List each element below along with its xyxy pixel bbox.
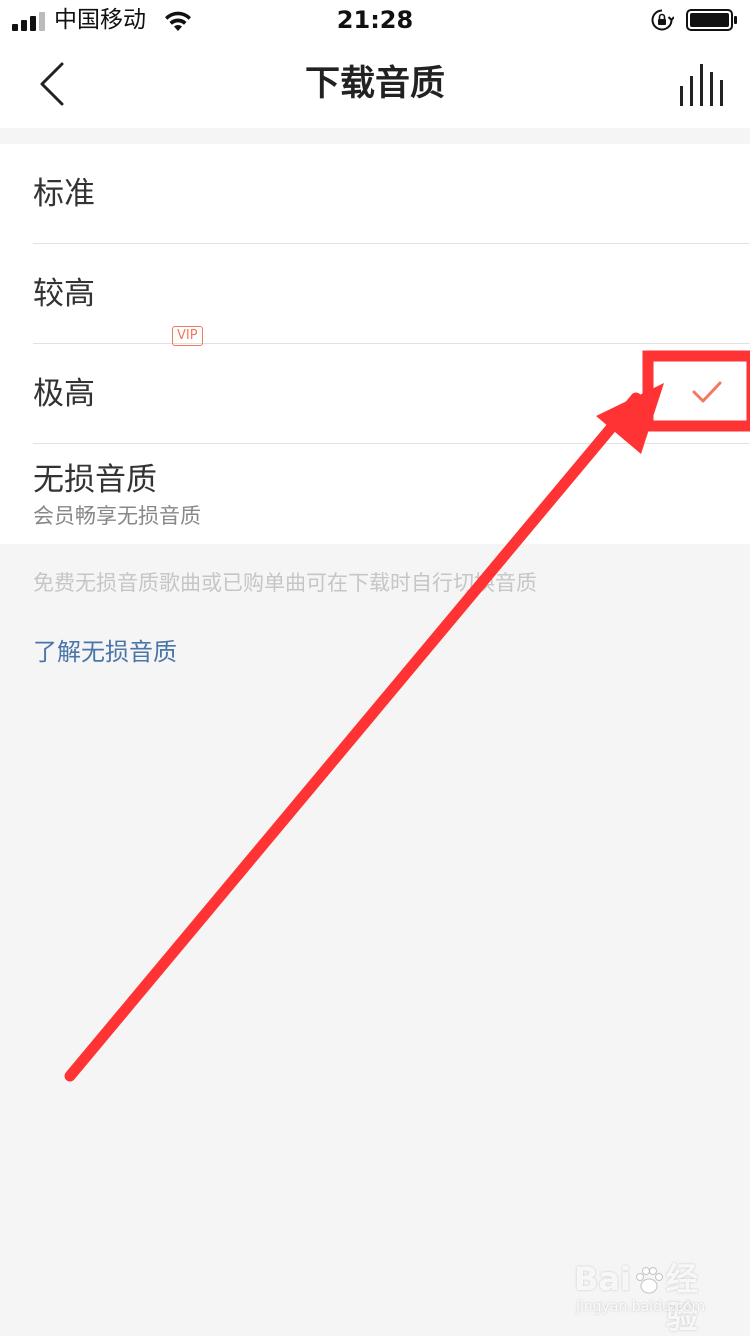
- nav-bar: 下载音质: [0, 40, 750, 128]
- quality-option-lossless[interactable]: 无损音质 会员畅享无损音质: [0, 444, 750, 544]
- watermark-brand: Bai: [574, 1260, 631, 1298]
- quality-option-high[interactable]: 较高: [0, 244, 750, 344]
- page-title: 下载音质: [304, 64, 445, 104]
- quality-option-list: 标准 较高 极高 无损音质 会员畅享无损音质: [0, 144, 750, 544]
- option-subtitle: 会员畅享无损音质: [33, 504, 201, 528]
- baidu-jingyan-watermark: Bai 经验 jingyan.baidu.com: [574, 1260, 724, 1336]
- option-label: 标准: [33, 176, 95, 212]
- watermark-url: jingyan.baidu.com: [576, 1299, 706, 1315]
- quality-option-standard[interactable]: 标准: [0, 144, 750, 244]
- equalizer-icon[interactable]: [676, 62, 726, 106]
- checkmark-icon: [692, 381, 722, 403]
- rotation-lock-icon: [651, 9, 674, 31]
- option-label: 极高: [33, 376, 95, 412]
- option-label: 较高: [33, 276, 95, 312]
- clock: 21:28: [336, 6, 414, 34]
- footer-note: 免费无损音质歌曲或已购单曲可在下载时自行切换音质: [33, 571, 537, 595]
- option-label: 无损音质: [33, 462, 157, 498]
- status-bar: 中国移动 21:28: [0, 0, 750, 40]
- paw-icon: [636, 1267, 663, 1294]
- learn-lossless-link[interactable]: 了解无损音质: [33, 636, 177, 668]
- quality-option-very-high[interactable]: 极高: [0, 344, 750, 444]
- vip-badge: VIP: [172, 326, 203, 346]
- battery-icon: [686, 9, 737, 31]
